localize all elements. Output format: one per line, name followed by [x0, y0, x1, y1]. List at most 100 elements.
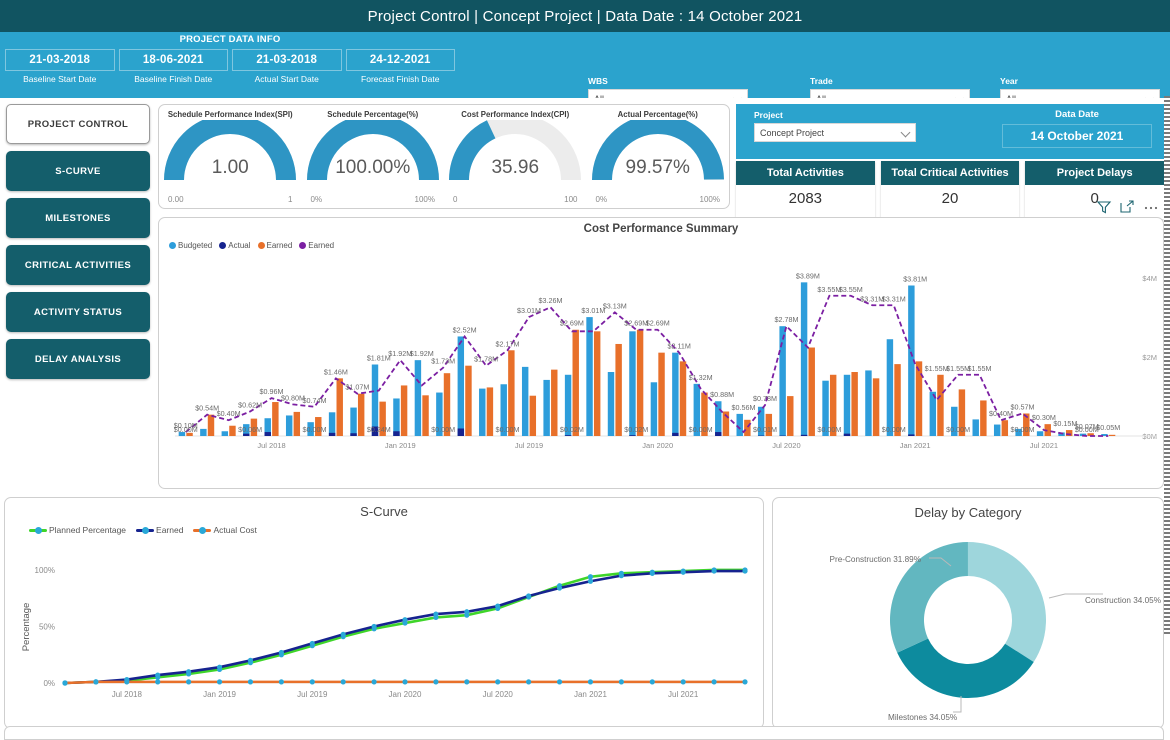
stat-cards: Total Activities 2083 Total Critical Act…	[736, 161, 1164, 219]
sidebar-item-project-control[interactable]: PROJECT CONTROL	[6, 104, 150, 144]
stat-card-total-critical-activities[interactable]: Total Critical Activities 20	[881, 161, 1020, 219]
svg-text:$0.06M: $0.06M	[238, 425, 262, 434]
svg-text:$3.55M: $3.55M	[817, 285, 841, 294]
gauge-actual-percentage-max: 100%	[700, 195, 720, 204]
svg-text:$3.31M: $3.31M	[860, 294, 884, 303]
sidebar-item-label: DELAY ANALYSIS	[35, 354, 121, 365]
legend-item-earned-orange[interactable]: Earned	[258, 241, 293, 250]
svg-text:$0.02M: $0.02M	[624, 425, 648, 434]
legend-item-budgeted[interactable]: Budgeted	[169, 241, 212, 250]
focus-mode-icon[interactable]	[1119, 199, 1135, 218]
gauge-cpi[interactable]: Cost Performance Index(CPI) 35.96 0 100	[444, 105, 587, 208]
gauge-cpi-max: 100	[564, 195, 577, 204]
delay-by-category-panel: Delay by Category Construction 34.05%Mil…	[772, 497, 1164, 729]
svg-text:$0.40M: $0.40M	[217, 409, 241, 418]
svg-text:$0.01M: $0.01M	[753, 425, 777, 434]
svg-text:$3.26M: $3.26M	[538, 296, 562, 305]
svg-text:Jul 2019: Jul 2019	[297, 690, 328, 699]
svg-text:Jan 2020: Jan 2020	[642, 441, 673, 450]
svg-text:$3.31M: $3.31M	[882, 294, 906, 303]
gauge-actual-percentage[interactable]: Actual Percentage(%) 99.57% 0% 100%	[587, 105, 730, 208]
filter-icon[interactable]	[1096, 199, 1112, 218]
svg-text:$2.11M: $2.11M	[667, 342, 690, 351]
s-curve-title: S-Curve	[5, 498, 763, 519]
svg-text:$1.32M: $1.32M	[689, 373, 713, 382]
forecast-finish-date: 24-12-2021 Forecast Finish Date	[346, 49, 456, 84]
svg-text:$3.01M: $3.01M	[581, 306, 605, 315]
slicer-year-label: Year	[1000, 76, 1160, 89]
more-options-icon[interactable]	[1142, 199, 1160, 218]
project-selector-label: Project	[754, 110, 916, 123]
delay-by-category-donut[interactable]: Construction 34.05%Milestones 34.05%Pre-…	[773, 520, 1163, 725]
s-curve-chart[interactable]: Percentage0%50%100%Jul 2018Jan 2019Jul 2…	[5, 535, 761, 721]
baseline-finish-date-value: 18-06-2021	[119, 49, 229, 71]
svg-text:$0.05M: $0.05M	[1096, 423, 1120, 432]
gauge-spi-title: Schedule Performance Index(SPI)	[159, 110, 302, 119]
sidebar-item-milestones[interactable]: MILESTONES	[6, 198, 150, 238]
legend-label: Earned	[267, 241, 293, 250]
baseline-start-date-label: Baseline Start Date	[5, 71, 115, 84]
sidebar-item-critical-activities[interactable]: CRITICAL ACTIVITIES	[6, 245, 150, 285]
stat-card-total-activities-body: 2083	[736, 185, 875, 219]
stat-card-total-activities-title: Total Activities	[736, 161, 875, 185]
svg-text:Jul 2020: Jul 2020	[772, 441, 800, 450]
page-title: Project Control | Concept Project | Data…	[368, 8, 803, 25]
svg-text:$4M: $4M	[1142, 274, 1157, 283]
sidebar-item-delay-analysis[interactable]: DELAY ANALYSIS	[6, 339, 150, 379]
project-selector-dropdown[interactable]: Concept Project	[754, 123, 916, 142]
svg-text:$3.81M: $3.81M	[903, 275, 927, 284]
cost-performance-summary-chart[interactable]: $0M$2M$4M$0.10M$0.00M$0.54M$0.40M$0.62M$…	[159, 250, 1163, 466]
svg-text:$1.92M: $1.92M	[410, 349, 434, 358]
svg-text:$1.46M: $1.46M	[324, 367, 348, 376]
s-curve-panel: S-Curve Planned Percentage Earned Actual…	[4, 497, 764, 729]
sidebar-item-label: S-CURVE	[55, 166, 100, 177]
slicer-trade-label: Trade	[810, 76, 970, 89]
actual-start-date-value: 21-03-2018	[232, 49, 342, 71]
gauge-cpi-value: 35.96	[444, 157, 587, 179]
stat-card-project-delays[interactable]: Project Delays 0	[1025, 161, 1164, 219]
svg-text:Jul 2018: Jul 2018	[257, 441, 285, 450]
svg-text:$0.00M: $0.00M	[946, 425, 970, 434]
gauge-cpi-min: 0	[453, 195, 457, 204]
gauge-spi[interactable]: Schedule Performance Index(SPI) 1.00 0.0…	[159, 105, 302, 208]
svg-text:$3.13M: $3.13M	[603, 301, 627, 310]
legend-item-earned[interactable]: Earned	[136, 525, 183, 535]
svg-text:$0.00M: $0.00M	[689, 425, 713, 434]
svg-text:$2.52M: $2.52M	[453, 325, 477, 334]
svg-text:Jul 2020: Jul 2020	[483, 690, 514, 699]
svg-text:Jul 2021: Jul 2021	[1030, 441, 1058, 450]
svg-text:$1.55M: $1.55M	[925, 364, 949, 373]
stat-card-project-delays-title: Project Delays	[1025, 161, 1164, 185]
page-scroll-rail[interactable]	[1164, 96, 1170, 636]
svg-text:$1.55M: $1.55M	[946, 364, 970, 373]
svg-text:$0.00M: $0.00M	[496, 425, 520, 434]
stat-card-total-critical-activities-body: 20	[881, 185, 1020, 219]
stat-card-total-activities[interactable]: Total Activities 2083	[736, 161, 875, 219]
gauge-schedule-percentage[interactable]: Schedule Percentage(%) 100.00% 0% 100%	[302, 105, 445, 208]
legend-item-actual[interactable]: Actual	[219, 241, 250, 250]
sidebar-item-s-curve[interactable]: S-CURVE	[6, 151, 150, 191]
gauge-spi-min: 0.00	[168, 195, 184, 204]
stat-card-total-activities-value: 2083	[789, 190, 822, 207]
legend-item-planned-percentage[interactable]: Planned Percentage	[29, 525, 126, 535]
delay-by-category-title: Delay by Category	[773, 498, 1163, 520]
cost-chart-legend: Budgeted Actual Earned Earned	[159, 235, 1163, 250]
forecast-finish-date-value: 24-12-2021	[346, 49, 456, 71]
legend-label: Actual	[228, 241, 250, 250]
sidebar-item-activity-status[interactable]: ACTIVITY STATUS	[6, 292, 150, 332]
gauge-schedule-percentage-max: 100%	[415, 195, 435, 204]
svg-text:$0.57M: $0.57M	[1010, 402, 1034, 411]
svg-text:$1.73M: $1.73M	[431, 357, 455, 366]
project-selector: Project Concept Project	[754, 110, 916, 142]
legend-item-actual-cost[interactable]: Actual Cost	[193, 525, 256, 535]
legend-item-earned-purple[interactable]: Earned	[299, 241, 334, 250]
project-data-info-heading: PROJECT DATA INFO	[0, 34, 460, 49]
svg-text:$0.00M: $0.00M	[817, 425, 841, 434]
svg-text:$0.00M: $0.00M	[302, 425, 326, 434]
sidebar-item-label: PROJECT CONTROL	[28, 119, 128, 130]
gauge-actual-percentage-title: Actual Percentage(%)	[587, 110, 730, 119]
svg-text:Jul 2019: Jul 2019	[515, 441, 543, 450]
svg-text:$0.74M: $0.74M	[302, 396, 326, 405]
svg-text:$0.30M: $0.30M	[1032, 413, 1056, 422]
svg-text:$0.88M: $0.88M	[710, 390, 734, 399]
